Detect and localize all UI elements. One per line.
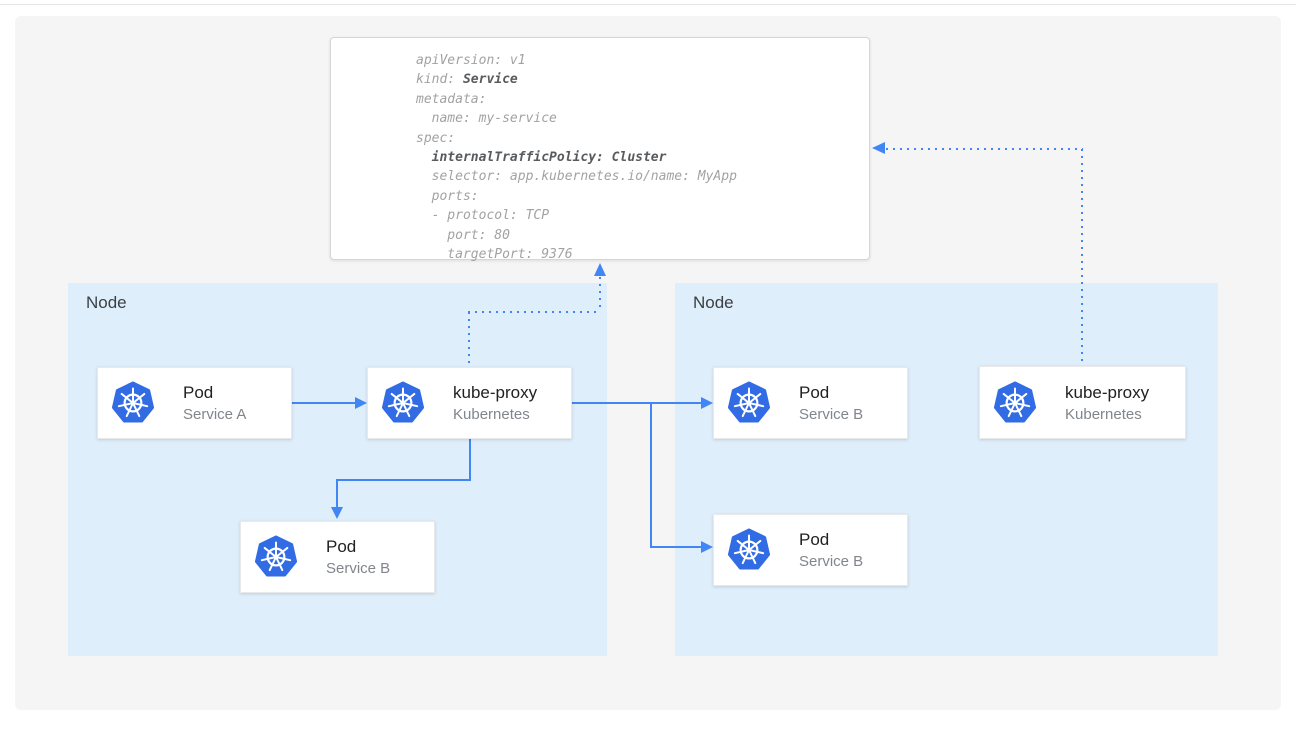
pod-service-b-left-card: Pod Service B: [240, 521, 435, 593]
card-title: Pod: [326, 536, 390, 557]
card-title: kube-proxy: [1065, 382, 1149, 403]
arrowhead-down-icon: [331, 507, 343, 519]
pod-service-b-right-top-card: Pod Service B: [713, 367, 908, 439]
arrowhead-right-icon: [701, 397, 713, 409]
pod-service-a-card: Pod Service A: [97, 367, 292, 439]
yaml-line: metadata:: [416, 90, 859, 109]
line-kube-proxy-down: [469, 439, 471, 481]
kubernetes-logo-icon: [254, 535, 298, 579]
kubernetes-logo-icon: [727, 528, 771, 572]
card-subtitle: Service B: [326, 559, 390, 578]
dotted-line-kube-proxy-up: [468, 312, 470, 367]
node-box-left: Node: [68, 283, 607, 656]
yaml-line: - protocol: TCP: [416, 206, 859, 225]
yaml-line: port: 80: [416, 226, 859, 245]
kubernetes-logo-icon: [111, 381, 155, 425]
card-title: Pod: [799, 382, 863, 403]
arrow-line-branch-to-pod-b-bottom: [650, 546, 701, 548]
pod-service-b-right-bottom-card: Pod Service B: [713, 514, 908, 586]
node-box-right: Node: [675, 283, 1218, 656]
line-elbow-horizontal: [336, 479, 471, 481]
yaml-line: spec:: [416, 129, 859, 148]
arrow-line-kube-proxy-to-pod-b-top: [572, 402, 701, 404]
kube-proxy-right-card: kube-proxy Kubernetes: [979, 366, 1186, 439]
arrowhead-right-icon: [355, 397, 367, 409]
arrowhead-up-icon: [594, 263, 606, 276]
yaml-line: apiVersion: v1: [416, 51, 859, 70]
dotted-line-horizontal-right: [886, 148, 1083, 150]
kubernetes-logo-icon: [381, 381, 425, 425]
yaml-line: internalTrafficPolicy: Cluster: [416, 148, 859, 167]
node-label: Node: [693, 293, 734, 313]
yaml-line: name: my-service: [416, 109, 859, 128]
dotted-line-kube-proxy-right-up: [1081, 149, 1083, 366]
yaml-line: kind: Service: [416, 70, 859, 89]
card-title: Pod: [183, 382, 246, 403]
arrow-line-pod-a-to-kube-proxy: [292, 402, 355, 404]
branch-line-vertical: [650, 402, 652, 547]
card-subtitle: Kubernetes: [453, 405, 537, 424]
dotted-line-horizontal-left: [468, 311, 601, 313]
card-subtitle: Service B: [799, 405, 863, 424]
top-divider: [0, 4, 1296, 5]
card-title: kube-proxy: [453, 382, 537, 403]
arrowhead-left-icon: [872, 142, 885, 154]
line-elbow-vertical: [336, 479, 338, 508]
yaml-line: selector: app.kubernetes.io/name: MyApp: [416, 167, 859, 186]
card-subtitle: Kubernetes: [1065, 405, 1149, 424]
kubernetes-logo-icon: [993, 381, 1037, 425]
yaml-line: ports:: [416, 187, 859, 206]
card-subtitle: Service A: [183, 405, 246, 424]
kube-proxy-left-card: kube-proxy Kubernetes: [367, 367, 572, 439]
yaml-line: targetPort: 9376: [416, 245, 859, 264]
dotted-line-to-yaml-bottom: [599, 277, 601, 311]
kubernetes-logo-icon: [727, 381, 771, 425]
node-label: Node: [86, 293, 127, 313]
card-title: Pod: [799, 529, 863, 550]
card-subtitle: Service B: [799, 552, 863, 571]
service-yaml-card: apiVersion: v1 kind: Service metadata: n…: [330, 37, 870, 260]
arrowhead-right-icon: [701, 541, 713, 553]
